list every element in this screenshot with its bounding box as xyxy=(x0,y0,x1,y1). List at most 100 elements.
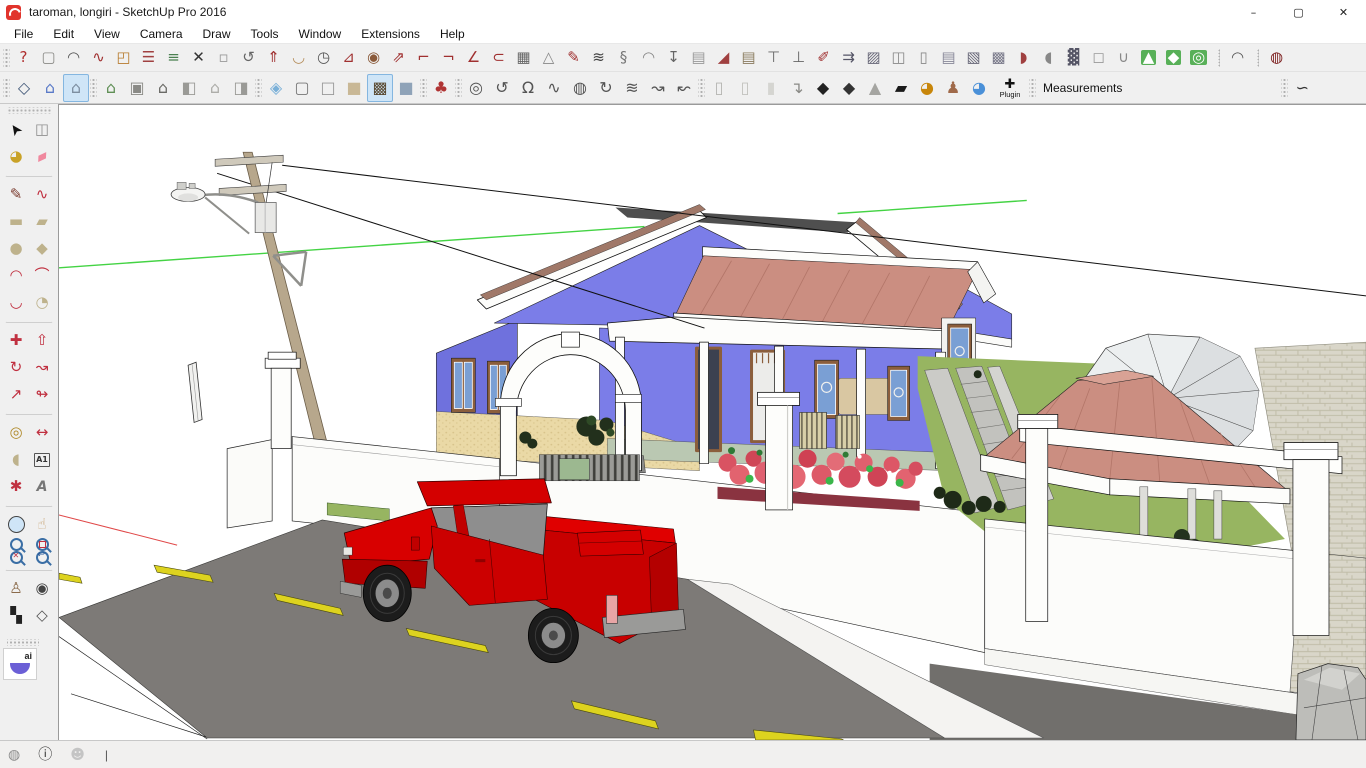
dark-plane-icon[interactable]: ▰ xyxy=(888,74,914,102)
menu-camera[interactable]: Camera xyxy=(130,25,193,43)
facestyle-xray-icon[interactable]: ◈ xyxy=(263,74,289,102)
menu-extensions[interactable]: Extensions xyxy=(351,25,430,43)
spotlight-icon[interactable]: ▲ xyxy=(862,74,888,102)
zoom-tool[interactable] xyxy=(10,538,23,551)
palette-separator-3[interactable] xyxy=(5,408,53,415)
plugin-fan-red-icon[interactable]: ◗ xyxy=(1011,46,1036,70)
look-around-tool[interactable]: ◉ xyxy=(29,575,55,602)
eraser-tool[interactable]: ▰ xyxy=(25,139,60,174)
toolbar-grip[interactable] xyxy=(3,48,10,68)
toolbar-grip[interactable] xyxy=(698,78,705,98)
door-component-3-icon[interactable]: ▮ xyxy=(758,74,784,102)
palette-separator-4[interactable] xyxy=(5,500,53,507)
facestyle-textured-icon[interactable]: ▩ xyxy=(367,74,393,102)
rotate-tool[interactable]: ↻ xyxy=(3,354,29,381)
text-tool[interactable]: A1 xyxy=(34,453,50,467)
plugin-hatch-block-icon[interactable]: ▧ xyxy=(961,46,986,70)
credits-info-icon[interactable]: ⓘ xyxy=(38,748,52,762)
maximize-button[interactable]: ▢ xyxy=(1276,0,1321,24)
plugin-add-button[interactable]: ✚ Plugin xyxy=(992,73,1028,103)
toolbar-grip[interactable] xyxy=(1281,78,1288,98)
plugin-bezier-icon[interactable]: ∿ xyxy=(86,46,111,70)
close-button[interactable]: ✕ xyxy=(1321,0,1366,24)
vegetation-tool-icon[interactable]: ♣ xyxy=(428,74,454,102)
menu-file[interactable]: File xyxy=(4,25,43,43)
menu-tools[interactable]: Tools xyxy=(241,25,289,43)
spiral-tool-6-icon[interactable]: ↻ xyxy=(593,74,619,102)
plugin-bend-icon[interactable]: ◡ xyxy=(286,46,311,70)
plugin-funnel-icon[interactable]: ⊥ xyxy=(786,46,811,70)
view-iso-icon[interactable]: ⌂ xyxy=(98,74,124,102)
follow-me-tool[interactable]: ↝ xyxy=(29,354,55,381)
menu-view[interactable]: View xyxy=(84,25,130,43)
menu-help[interactable]: Help xyxy=(430,25,475,43)
spiral-tool-4-icon[interactable]: ∿ xyxy=(541,74,567,102)
plugin-angle-icon[interactable]: ∠ xyxy=(461,46,486,70)
arc-tool[interactable]: ◠ xyxy=(3,262,29,289)
facestyle-wireframe-icon[interactable]: ▢ xyxy=(289,74,315,102)
plugin-hatch-wedge-icon[interactable]: ▨ xyxy=(861,46,886,70)
toolbar-grip[interactable] xyxy=(1029,78,1036,98)
plugin-pillow-icon[interactable]: ▫ xyxy=(211,46,236,70)
plugin-coils-icon[interactable]: ≋ xyxy=(586,46,611,70)
palette-separator-1[interactable] xyxy=(5,170,53,177)
plugin-claw-icon[interactable]: ∪ xyxy=(1111,46,1136,70)
pie-tool[interactable]: ◔ xyxy=(29,289,55,316)
sandbox-terrain-a-icon[interactable]: ▲ xyxy=(1136,46,1161,70)
plugin-cross-lines-icon[interactable]: ✕ xyxy=(186,46,211,70)
axes-tool[interactable]: ✱ xyxy=(3,473,29,500)
paint-bucket-tool[interactable]: ◕ xyxy=(3,143,29,170)
sandbox-terrain-c-icon[interactable]: ◎ xyxy=(1186,46,1211,70)
facestyle-monochrome-icon[interactable]: ■ xyxy=(393,74,419,102)
plugin-grid-box-icon[interactable]: ▦ xyxy=(511,46,536,70)
plugin-jointpushpull-icon[interactable]: ⇑ xyxy=(261,46,286,70)
toolbar-grip[interactable] xyxy=(420,78,427,98)
spiral-tool-7-icon[interactable]: ≋ xyxy=(619,74,645,102)
menu-edit[interactable]: Edit xyxy=(43,25,84,43)
monochrome-display-icon[interactable]: ⌂ xyxy=(63,74,89,102)
plugin-wedge-red-icon[interactable]: ◢ xyxy=(711,46,736,70)
two-point-arc-tool[interactable]: ⌒ xyxy=(29,262,55,289)
sphere-plugin-icon[interactable]: ◕ xyxy=(966,74,992,102)
plugin-layer-wedge-icon[interactable]: ▩ xyxy=(986,46,1011,70)
spiral-tool-3-icon[interactable]: Ω xyxy=(515,74,541,102)
sandbox-from-contours-icon[interactable]: ◠ xyxy=(1225,46,1250,70)
toolbar-grip[interactable] xyxy=(90,78,97,98)
plugin-curviloft-icon[interactable]: ⊿ xyxy=(336,46,361,70)
facestyle-shaded-icon[interactable]: ■ xyxy=(341,74,367,102)
fruit-bowl-icon[interactable]: ◕ xyxy=(914,74,940,102)
hook-curve-icon[interactable]: ↴ xyxy=(784,74,810,102)
spiral-tool-2-icon[interactable]: ↺ xyxy=(489,74,515,102)
plugin-crumple-icon[interactable]: ◻ xyxy=(1086,46,1111,70)
palette-grip[interactable] xyxy=(7,639,39,646)
plugin-corner-a-icon[interactable]: ⌐ xyxy=(411,46,436,70)
figure-icon[interactable]: ♟ xyxy=(940,74,966,102)
freehand-tool[interactable]: ∿ xyxy=(29,181,55,208)
pan-tool[interactable]: ☝ xyxy=(29,511,55,538)
plugin-door-panel-icon[interactable]: ▯ xyxy=(911,46,936,70)
user-account-icon[interactable]: ☻ xyxy=(70,748,85,762)
line-tool[interactable]: ✎ xyxy=(3,181,29,208)
measurements-value[interactable] xyxy=(1130,78,1280,98)
view-top-icon[interactable]: ▣ xyxy=(124,74,150,102)
plugin-sail-icon[interactable]: △ xyxy=(536,46,561,70)
minimize-button[interactable]: – xyxy=(1231,0,1276,24)
dark-panel-1-icon[interactable]: ◆ xyxy=(810,74,836,102)
orbit-tool[interactable] xyxy=(8,516,25,533)
plugin-planks-icon[interactable]: ▤ xyxy=(736,46,761,70)
plugin-clock-icon[interactable]: ◷ xyxy=(311,46,336,70)
palette-separator-2[interactable] xyxy=(5,316,53,323)
ai-plugin-button[interactable]: ai xyxy=(3,648,37,680)
spiral-tool-8-icon[interactable]: ↝ xyxy=(645,74,671,102)
xray-mode-icon[interactable]: ◇ xyxy=(11,74,37,102)
plugin-window-frame-icon[interactable]: ◫ xyxy=(886,46,911,70)
plugin-layer-move-icon[interactable]: ≡ xyxy=(161,46,186,70)
plugin-coil-gray-icon[interactable]: § xyxy=(611,46,636,70)
sandbox-terrain-b-icon[interactable]: ◆ xyxy=(1161,46,1186,70)
move-tool[interactable]: ✚ xyxy=(3,327,29,354)
spiral-tool-1-icon[interactable]: ◎ xyxy=(463,74,489,102)
threed-text-tool[interactable]: A xyxy=(29,473,55,500)
palette-grip[interactable] xyxy=(7,107,52,114)
dark-panel-2-icon[interactable]: ◆ xyxy=(836,74,862,102)
position-camera-tool[interactable]: ♙ xyxy=(3,575,29,602)
